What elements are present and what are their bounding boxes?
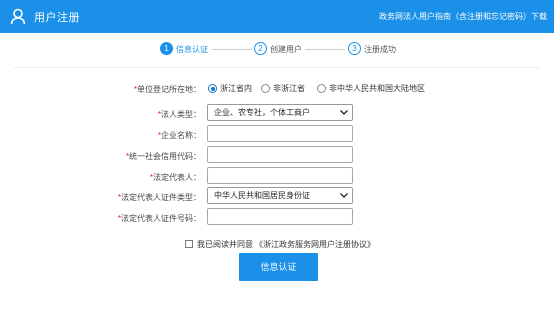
step-connector [212, 49, 252, 50]
chevron-down-icon [340, 193, 348, 198]
radio-non-zhejiang[interactable]: 非浙江省 [261, 83, 305, 94]
step-3-label: 注册成功 [364, 45, 396, 54]
step-3-indicator: 3 [348, 42, 361, 55]
header-bar: 用户注册 政务网法人用户指南（含注册和忘记密码）下载 [0, 0, 554, 33]
legal-type-label: *法人类型： [157, 110, 201, 119]
radio-non-mainland[interactable]: 非中华人民共和国大陆地区 [317, 83, 425, 94]
credit-code-input[interactable] [207, 146, 353, 163]
agreement-text: 我已阅读并同意 [197, 239, 253, 249]
radio-dot[interactable] [208, 84, 217, 93]
radio-dot[interactable] [261, 84, 270, 93]
chevron-down-icon [340, 110, 348, 115]
id-type-label: *法定代表人证件类型： [117, 193, 201, 202]
step-1-label: 信息认证 [176, 45, 208, 54]
agreement-link[interactable]: 《浙江政务服务网用户注册协议》 [255, 239, 375, 250]
company-name-label: *企业名称： [157, 131, 201, 140]
legal-rep-label: *法定代表人： [149, 173, 201, 182]
id-number-input[interactable] [207, 208, 353, 225]
agreement-checkbox[interactable] [185, 240, 193, 248]
divider [14, 67, 540, 68]
company-name-input[interactable] [207, 125, 353, 142]
location-label: *单位登记所在地： [133, 85, 201, 94]
page-title: 用户注册 [34, 12, 80, 24]
id-number-label: *法定代表人证件号码： [117, 214, 201, 223]
step-connector [305, 49, 345, 50]
radio-zhejiang[interactable]: 浙江省内 [208, 83, 252, 94]
legal-type-select[interactable]: 企业、农专社，个体工商户 [207, 104, 353, 121]
user-icon [10, 8, 26, 25]
id-type-select[interactable]: 中华人民共和国居民身份证 [207, 187, 353, 204]
step-1-indicator: 1 [160, 42, 173, 55]
step-2-indicator: 2 [254, 42, 267, 55]
radio-dot[interactable] [317, 84, 326, 93]
verify-info-button[interactable]: 信息认证 [239, 253, 318, 281]
registration-steps: 1 信息认证 2 创建用户 3 注册成功 [0, 40, 554, 58]
agreement-row: 我已阅读并同意 《浙江政务服务网用户注册协议》 [185, 238, 375, 250]
legal-rep-input[interactable] [207, 167, 353, 184]
guide-download-link[interactable]: 政务网法人用户指南（含注册和忘记密码）下载 [379, 11, 547, 22]
step-2-label: 创建用户 [270, 45, 302, 54]
credit-code-label: *统一社会信用代码： [125, 152, 201, 161]
